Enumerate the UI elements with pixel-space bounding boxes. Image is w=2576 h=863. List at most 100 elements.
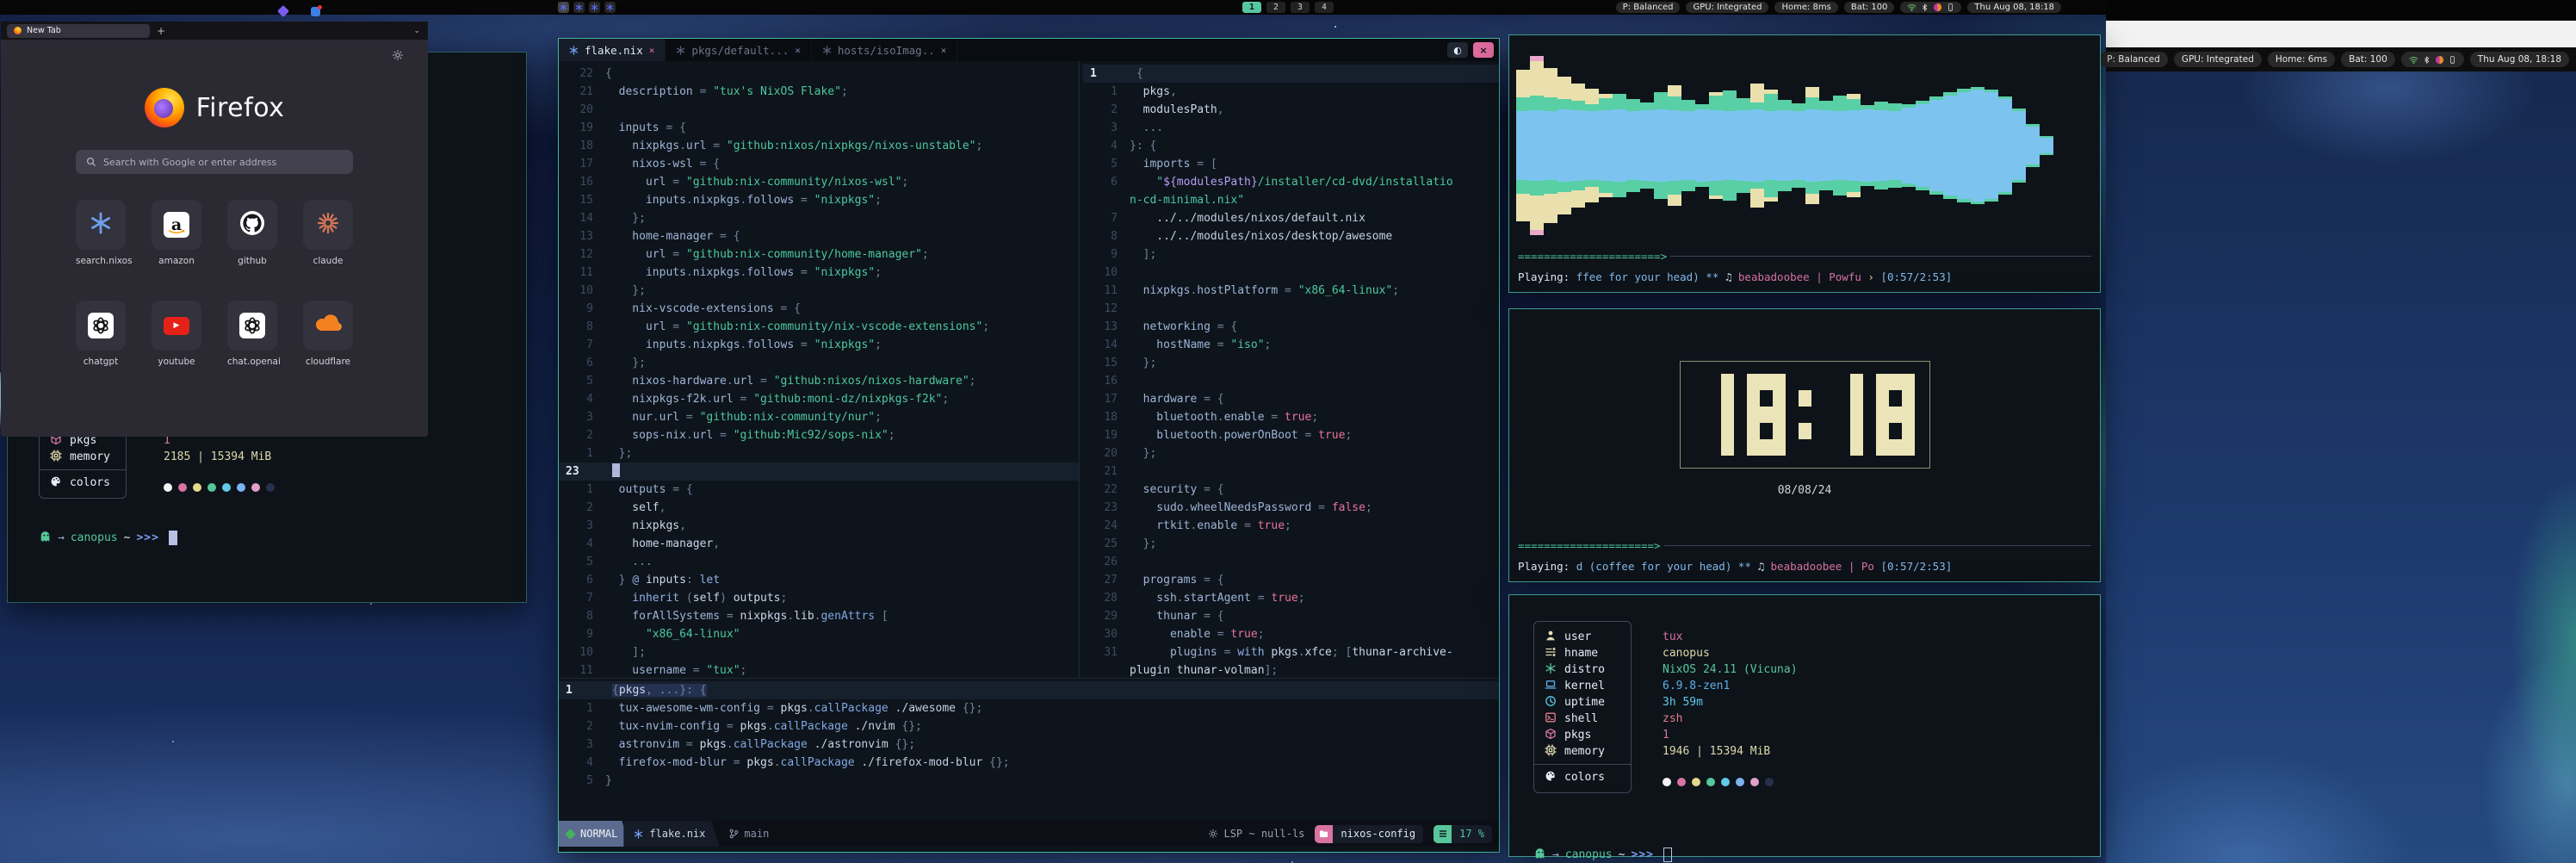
code-line: 25 }; <box>1083 535 1499 553</box>
firefox-window[interactable]: Search with Google or enter address – □ … <box>0 0 429 438</box>
code-line: 21 <box>1083 463 1499 481</box>
code-line: 23 sudo.wheelNeedsPassword = false; <box>1083 499 1499 517</box>
shortcut-youtube[interactable]: ▶ youtube <box>152 301 201 367</box>
code-line: 27 programs = { <box>1083 571 1499 589</box>
status-pill[interactable]: P: Balanced <box>1616 2 1681 13</box>
status-pill[interactable]: Bat: 100 <box>2341 52 2395 67</box>
tag-2[interactable]: 2 <box>1266 2 1285 13</box>
shortcut-chatgpt[interactable]: chatgpt <box>76 301 126 367</box>
code-line: 4}: { <box>1083 137 1499 155</box>
code-line: 22 security = { <box>1083 481 1499 499</box>
code-line: 9 nix-vscode-extensions = { <box>559 300 1079 318</box>
status-pill[interactable]: P: Balanced <box>2099 52 2168 67</box>
close-tab-icon[interactable]: × <box>795 45 801 56</box>
code-line: plugin thunar-volman]; <box>1083 661 1499 678</box>
code-line: 2 self, <box>559 499 1079 517</box>
code-line: 7 inputs.nixpkgs.follows = "nixpkgs"; <box>559 336 1079 354</box>
tag-1[interactable]: 1 <box>1242 2 1261 13</box>
tab-list-chevron-icon[interactable]: ⌄ <box>413 27 420 35</box>
workspace-icon-ws-3[interactable] <box>589 2 600 13</box>
distro-icon <box>1545 662 1557 674</box>
close-tab-icon[interactable]: × <box>649 45 655 56</box>
code-line: 3 ... <box>1083 119 1499 137</box>
shortcut-search-nixos[interactable]: search.nixos <box>76 200 126 266</box>
system-tray[interactable] <box>2401 52 2464 67</box>
system-tray[interactable] <box>1900 2 1961 13</box>
wifi-icon <box>1907 3 1917 12</box>
code-line: 3 astronvim = pkgs.callPackage ./astronv… <box>559 736 1499 754</box>
tab-new-tab[interactable]: New Tab <box>7 24 150 38</box>
status-pill[interactable]: GPU: Integrated <box>1686 2 1768 13</box>
terminal-window-cava[interactable]: ======================> Playing: ffee fo… <box>1508 34 2101 293</box>
code-line: 19 inputs = { <box>559 119 1079 137</box>
code-line: n-cd-minimal.nix" <box>1083 191 1499 209</box>
firefox-favicon <box>14 27 22 34</box>
code-line: 22{ <box>559 65 1079 83</box>
code-line: 9 "x86_64-linux" <box>559 625 1079 643</box>
shortcut-grid: search.nixos a amazon github claude chat… <box>1 200 428 367</box>
terminal-palette <box>164 479 299 495</box>
fetch-row-colors: colors <box>40 475 126 491</box>
code-pane-iso-image[interactable]: 1{1 pkgs,2 modulesPath,3 ...4}: {5 impor… <box>1079 61 1499 678</box>
color-profile-icon <box>1933 3 1942 12</box>
shell-prompt[interactable]: →canopus~>>> <box>1533 847 2100 863</box>
clock-pill[interactable]: Thu Aug 08, 18:18 <box>2470 52 2569 67</box>
code-pane-flake-nix[interactable]: 22{21 description = "tux's NixOS Flake";… <box>559 61 1079 678</box>
fetch-value-user: tux <box>1663 629 1798 645</box>
shortcut-amazon[interactable]: a amazon <box>152 200 201 266</box>
new-tab-button[interactable]: + <box>157 25 165 37</box>
shortcut-claude[interactable]: claude <box>303 200 353 266</box>
clock-pill[interactable]: Thu Aug 08, 18:18 <box>1967 2 2061 13</box>
terminal-window-fetch-right[interactable]: userhnamedistrokerneluptimeshellpkgsmemo… <box>1508 594 2101 857</box>
workspace-icon-ws-1[interactable] <box>558 2 569 13</box>
fetch-row-memory: memory <box>1534 743 1631 760</box>
code-line: 17 nixos-wsl = { <box>559 155 1079 173</box>
personalize-gear-icon[interactable] <box>392 48 404 65</box>
buffer-tab-pkgs-default-[interactable]: pkgs/default...× <box>666 39 812 61</box>
tag-3[interactable]: 3 <box>1291 2 1310 13</box>
code-line: 1 tux-awesome-wm-config = pkgs.callPacka… <box>559 699 1499 717</box>
palette-icon <box>50 475 62 487</box>
shortcut-chat-openai[interactable]: chat.openai <box>227 301 277 367</box>
status-pill[interactable]: Home: 8ms <box>1774 2 1837 13</box>
code-line: 8 url = "github:nix-community/nix-vscode… <box>559 318 1079 336</box>
buffer-tab-hosts-isoImag-[interactable]: hosts/isoImag..× <box>812 39 958 61</box>
progress-track <box>1664 545 2091 546</box>
shortcut-github[interactable]: github <box>227 200 277 266</box>
code-line: 28 ssh.startAgent = true; <box>1083 589 1499 607</box>
audio-visualizer <box>1516 40 2095 251</box>
code-line: 13 home-manager = { <box>559 227 1079 245</box>
code-line: 2 tux-nvim-config = pkgs.callPackage ./n… <box>559 717 1499 736</box>
scroll-percent: 17 % <box>1452 825 1492 843</box>
editor-window[interactable]: flake.nix× pkgs/default...× hosts/isoIma… <box>558 38 1500 853</box>
code-pane-pkgs-default[interactable]: 1{pkgs, ...}: {1 tux-awesome-wm-config =… <box>559 679 1499 823</box>
lines-icon <box>1434 825 1452 843</box>
workspace-icons <box>558 2 616 13</box>
tag-4[interactable]: 4 <box>1315 2 1334 13</box>
code-line: 2 sops-nix.url = "github:Mic92/sops-nix"… <box>559 426 1079 444</box>
shell-icon <box>1545 711 1557 723</box>
fetch-row-kernel: kernel <box>1534 678 1631 694</box>
search-input[interactable]: Search with Google or enter address <box>76 150 353 174</box>
status-pill[interactable]: Bat: 100 <box>1844 2 1895 13</box>
code-line: 8 forAllSystems = nixpkgs.lib.genAttrs [ <box>559 607 1079 625</box>
status-pill[interactable]: GPU: Integrated <box>2174 52 2262 67</box>
close-buffer-button[interactable]: × <box>1473 42 1494 58</box>
workspace-icon-ws-2[interactable] <box>573 2 585 13</box>
shell-prompt[interactable]: →canopus~>>> <box>39 530 526 546</box>
workspace-icon-ws-4[interactable] <box>604 2 616 13</box>
firefox-wordmark: Firefox <box>196 93 285 123</box>
monitor2-top-strip <box>2106 0 2576 21</box>
shortcut-cloudflare[interactable]: cloudflare <box>303 301 353 367</box>
desktop: 1234 P: Balanced GPU: Integrated Home: 8ms… <box>0 0 2576 863</box>
theme-toggle-button[interactable]: ◐ <box>1447 42 1468 58</box>
terminal-window-clock[interactable]: 08/08/24 =====================> Playing:… <box>1508 308 2101 582</box>
buffer-tab-flake-nix[interactable]: flake.nix× <box>559 39 666 61</box>
close-tab-icon[interactable]: × <box>941 45 947 56</box>
code-line: 19 bluetooth.powerOnBoot = true; <box>1083 426 1499 444</box>
status-pill[interactable]: Home: 6ms <box>2268 52 2335 67</box>
code-line: 1{pkgs, ...}: { <box>559 681 1499 699</box>
code-line: 11 username = "tux"; <box>559 661 1079 678</box>
extension-icon-blue[interactable] <box>311 7 320 16</box>
code-line: 5 ... <box>559 553 1079 571</box>
